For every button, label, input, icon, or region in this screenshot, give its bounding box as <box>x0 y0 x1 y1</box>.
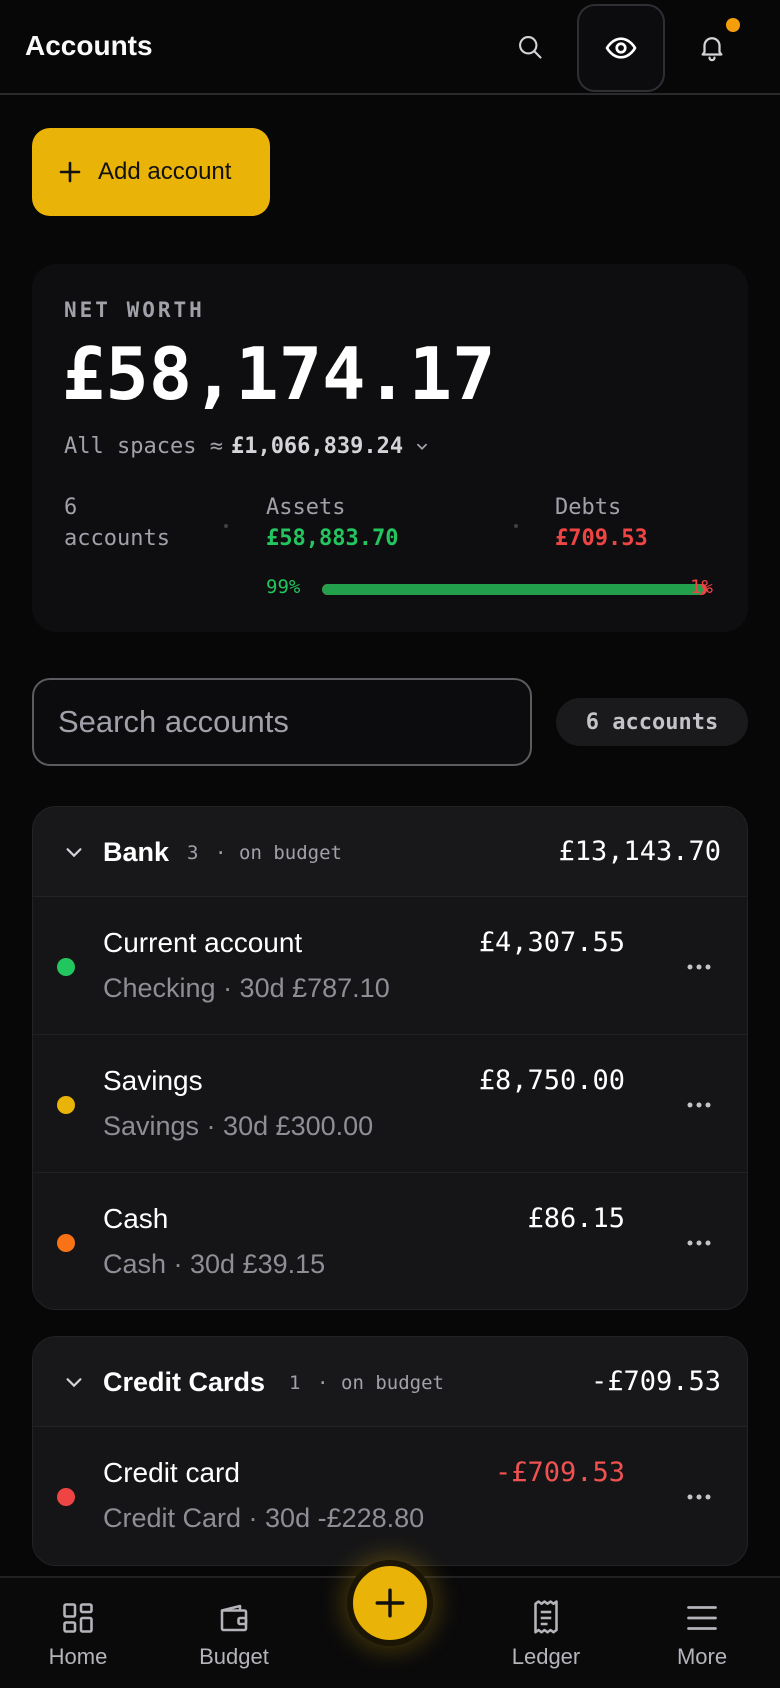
search-button[interactable] <box>505 22 555 72</box>
group-separator: · <box>317 1372 329 1394</box>
toggle-visibility-button[interactable] <box>577 4 665 92</box>
net-worth-card: NET WORTH £58,174.17 All spaces ≈ £1,066… <box>32 264 748 632</box>
grid-icon <box>63 1603 93 1633</box>
group-name: Bank <box>103 837 170 867</box>
nav-label: More <box>676 1644 728 1669</box>
all-spaces-label: All spaces ≈ <box>64 434 223 459</box>
chevron-down-icon <box>66 848 82 858</box>
accounts-count-badge: 6 accounts <box>556 698 748 746</box>
nav-home[interactable]: Home <box>18 1578 138 1688</box>
more-horizontal-icon <box>687 1102 711 1108</box>
debts-label: Debts <box>555 495 622 520</box>
account-balance: -£709.53 <box>494 1457 625 1488</box>
nav-budget[interactable]: Budget <box>174 1578 294 1688</box>
account-subtitle: Checking · 30d £787.10 <box>103 973 390 1003</box>
account-menu-button[interactable] <box>679 1085 719 1125</box>
more-horizontal-icon <box>687 1494 711 1500</box>
account-menu-button[interactable] <box>679 1223 719 1263</box>
account-balance: £4,307.55 <box>478 927 625 958</box>
account-row[interactable]: Current account Checking · 30d £787.10 £… <box>33 897 747 1035</box>
stat-separator <box>514 524 518 528</box>
group-header[interactable]: Bank 3 · on budget £13,143.70 <box>33 807 747 897</box>
account-group-credit-cards: Credit Cards 1 · on budget -£709.53 Cred… <box>32 1336 748 1566</box>
account-name: Current account <box>103 927 303 958</box>
search-icon <box>519 36 542 59</box>
nav-label: Budget <box>199 1644 269 1669</box>
account-name: Cash <box>103 1203 169 1234</box>
group-total: £13,143.70 <box>558 836 721 867</box>
search-input[interactable] <box>32 678 532 766</box>
assets-bar-fill <box>322 584 704 595</box>
chevron-down-icon <box>66 1378 82 1388</box>
top-header: Accounts <box>0 0 780 95</box>
bell-icon <box>701 37 723 62</box>
add-account-button[interactable]: Add account <box>32 128 270 216</box>
group-status: on budget <box>341 1372 444 1394</box>
account-color-dot <box>57 1234 75 1252</box>
group-total: -£709.53 <box>590 1366 721 1397</box>
chevron-down-icon <box>417 443 428 450</box>
account-name: Savings <box>103 1065 203 1096</box>
account-color-dot <box>57 958 75 976</box>
account-menu-button[interactable] <box>679 1477 719 1517</box>
quick-add-button[interactable] <box>347 1560 433 1646</box>
account-subtitle: Savings · 30d £300.00 <box>103 1111 374 1141</box>
eye-icon <box>605 37 637 59</box>
assets-value: £58,883.70 <box>266 526 399 551</box>
all-spaces-toggle[interactable]: All spaces ≈ £1,066,839.24 <box>64 434 429 459</box>
account-row[interactable]: Credit card Credit Card · 30d -£228.80 -… <box>33 1427 747 1565</box>
nav-label: Home <box>48 1644 108 1669</box>
debts-percent: 1% <box>690 576 713 598</box>
account-group-bank: Bank 3 · on budget £13,143.70 Current ac… <box>32 806 748 1310</box>
account-subtitle: Credit Card · 30d -£228.80 <box>103 1503 425 1533</box>
menu-icon <box>687 1606 717 1630</box>
account-balance: £86.15 <box>527 1203 625 1234</box>
notification-badge <box>726 18 740 32</box>
nav-label: Ledger <box>511 1644 581 1669</box>
net-worth-label: NET WORTH <box>64 298 205 322</box>
account-name: Credit card <box>103 1457 240 1488</box>
page-title: Accounts <box>25 30 153 61</box>
more-horizontal-icon <box>687 964 711 970</box>
account-color-dot <box>57 1096 75 1114</box>
account-color-dot <box>57 1488 75 1506</box>
accounts-count-value: 6 <box>64 495 78 520</box>
net-worth-value: £58,174.17 <box>62 332 496 416</box>
assets-stat: Assets £58,883.70 <box>266 492 398 554</box>
nav-ledger[interactable]: Ledger <box>486 1578 606 1688</box>
debts-value: £709.53 <box>555 526 648 551</box>
nav-more[interactable]: More <box>642 1578 762 1688</box>
account-menu-button[interactable] <box>679 947 719 987</box>
accounts-count-stat: 6 accounts <box>64 492 170 554</box>
add-account-label: Add account <box>98 158 232 185</box>
group-header[interactable]: Credit Cards 1 · on budget -£709.53 <box>33 1337 747 1427</box>
group-separator: · <box>215 842 227 864</box>
account-row[interactable]: Savings Savings · 30d £300.00 £8,750.00 <box>33 1035 747 1173</box>
receipt-icon <box>534 1600 558 1634</box>
account-subtitle: Cash · 30d £39.15 <box>103 1249 326 1279</box>
stat-separator <box>224 524 228 528</box>
plus-icon <box>375 1588 405 1618</box>
plus-icon <box>59 161 81 183</box>
group-count: 3 <box>187 842 199 864</box>
more-horizontal-icon <box>687 1240 711 1246</box>
all-spaces-value: £1,066,839.24 <box>230 434 404 459</box>
wallet-icon <box>220 1604 248 1632</box>
assets-label: Assets <box>266 495 346 520</box>
account-balance: £8,750.00 <box>478 1065 625 1096</box>
group-count: 1 <box>289 1372 301 1394</box>
assets-debts-bar <box>322 584 707 595</box>
account-row[interactable]: Cash Cash · 30d £39.15 £86.15 <box>33 1173 747 1309</box>
debts-stat: Debts £709.53 <box>555 492 648 554</box>
group-status: on budget <box>239 842 342 864</box>
assets-percent: 99% <box>266 576 301 598</box>
accounts-count-label: accounts <box>64 526 170 551</box>
group-name: Credit Cards <box>103 1367 266 1397</box>
